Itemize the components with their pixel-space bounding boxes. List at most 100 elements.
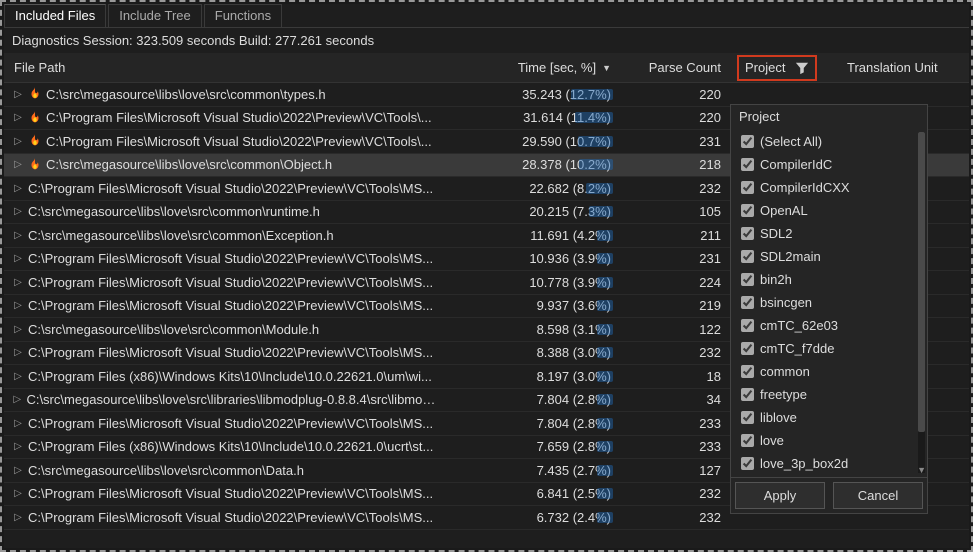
filter-item[interactable]: love_3p_box2d <box>731 452 927 475</box>
tab-included-files[interactable]: Included Files <box>4 4 106 27</box>
filter-checkbox[interactable] <box>741 365 754 378</box>
file-path-cell: ▷C:\Program Files\Microsoft Visual Studi… <box>4 508 449 527</box>
filter-item[interactable]: bin2h <box>731 268 927 291</box>
filter-checkbox[interactable] <box>741 158 754 171</box>
sort-desc-icon: ▼ <box>602 63 611 73</box>
flame-icon <box>28 134 42 148</box>
project-cell <box>729 92 839 96</box>
grid-header: File Path Time [sec, %] ▼ Parse Count Pr… <box>4 53 969 83</box>
expander-icon[interactable]: ▷ <box>12 277 24 288</box>
scroll-down-icon[interactable]: ▼ <box>917 465 926 475</box>
expander-icon[interactable]: ▷ <box>12 206 24 217</box>
filter-label: SDL2main <box>760 249 821 264</box>
tab-functions[interactable]: Functions <box>204 4 282 27</box>
filter-item[interactable]: OpenAL <box>731 199 927 222</box>
pct-bar <box>597 324 613 335</box>
filter-label: liblove <box>760 410 797 425</box>
tab-include-tree[interactable]: Include Tree <box>108 4 202 27</box>
flame-icon <box>28 134 42 148</box>
pct-bar <box>597 300 613 311</box>
file-path-cell: ▷C:\Program Files\Microsoft Visual Studi… <box>4 296 449 315</box>
filter-checkbox[interactable] <box>741 135 754 148</box>
header-file-path[interactable]: File Path <box>4 55 449 80</box>
file-path: C:\src\megasource\libs\love\src\common\E… <box>28 228 334 243</box>
file-path-cell: ▷ C:\src\megasource\libs\love\src\common\… <box>4 85 449 104</box>
expander-icon[interactable]: ▷ <box>12 183 24 194</box>
expander-icon[interactable]: ▷ <box>12 89 24 100</box>
filter-item[interactable]: bsincgen <box>731 291 927 314</box>
cancel-button[interactable]: Cancel <box>833 482 923 509</box>
popup-scrollbar[interactable]: ▼ <box>918 132 925 473</box>
header-project[interactable]: Project <box>729 53 839 86</box>
header-time[interactable]: Time [sec, %] ▼ <box>449 55 619 80</box>
file-path: C:\src\megasource\libs\love\src\librarie… <box>26 392 441 407</box>
filter-checkbox[interactable] <box>741 273 754 286</box>
expander-icon[interactable]: ▷ <box>12 394 22 405</box>
filter-checkbox[interactable] <box>741 227 754 240</box>
expander-icon[interactable]: ▷ <box>12 159 24 170</box>
expander-icon[interactable]: ▷ <box>12 300 24 311</box>
filter-item[interactable]: SDL2main <box>731 245 927 268</box>
filter-item[interactable]: freetype <box>731 383 927 406</box>
file-path-cell: ▷ C:\Program Files (x86)\Windows Kits\10\… <box>4 367 449 386</box>
file-path-cell: ▷ C:\Program Files\Microsoft Visual Studi… <box>4 414 449 433</box>
filter-item[interactable]: (Select All) <box>731 130 927 153</box>
filter-checkbox[interactable] <box>741 250 754 263</box>
filter-checkbox[interactable] <box>741 411 754 424</box>
file-path-cell: ▷C:\Program Files\Microsoft Visual Studi… <box>4 484 449 503</box>
parse-count-cell: 220 <box>619 85 729 104</box>
expander-icon[interactable]: ▷ <box>12 324 24 335</box>
expander-icon[interactable]: ▷ <box>12 230 24 241</box>
file-path: C:\src\megasource\libs\love\src\common\t… <box>46 87 326 102</box>
time-cell: 20.215 (7.3%) <box>449 202 619 221</box>
filter-item[interactable]: cmTC_62e03 <box>731 314 927 337</box>
time-cell: 7.804 (2.8%) <box>449 414 619 433</box>
file-path: C:\Program Files\Microsoft Visual Studio… <box>28 416 433 431</box>
filter-item[interactable]: love <box>731 429 927 452</box>
filter-checkbox[interactable] <box>741 204 754 217</box>
filter-checkbox[interactable] <box>741 296 754 309</box>
expander-icon[interactable]: ▷ <box>12 418 24 429</box>
parse-count-cell: 231 <box>619 132 729 151</box>
flame-icon <box>28 87 42 101</box>
expander-icon[interactable]: ▷ <box>12 371 24 382</box>
file-path: C:\Program Files (x86)\Windows Kits\10\I… <box>28 369 432 384</box>
popup-buttons: Apply Cancel <box>731 477 927 513</box>
expander-icon[interactable]: ▷ <box>12 512 24 523</box>
filter-checkbox[interactable] <box>741 434 754 447</box>
header-translation-unit[interactable]: Translation Unit <box>839 55 969 80</box>
expander-icon[interactable]: ▷ <box>12 465 24 476</box>
popup-list[interactable]: (Select All)CompilerIdCCompilerIdCXXOpen… <box>731 128 927 477</box>
filter-checkbox[interactable] <box>741 181 754 194</box>
filter-icon <box>795 61 809 75</box>
filter-checkbox[interactable] <box>741 457 754 470</box>
filter-item[interactable]: cmTC_f7dde <box>731 337 927 360</box>
expander-icon[interactable]: ▷ <box>12 441 24 452</box>
expander-icon[interactable]: ▷ <box>12 253 24 264</box>
filter-checkbox[interactable] <box>741 388 754 401</box>
filter-checkbox[interactable] <box>741 319 754 332</box>
popup-title: Project <box>731 105 927 128</box>
filter-item[interactable]: CompilerIdC <box>731 153 927 176</box>
expander-icon[interactable]: ▷ <box>12 112 24 123</box>
file-path: C:\Program Files\Microsoft Visual Studio… <box>28 345 433 360</box>
filter-item[interactable]: common <box>731 360 927 383</box>
parse-count-cell: 220 <box>619 108 729 127</box>
filter-item[interactable]: liblove <box>731 406 927 429</box>
filter-item[interactable]: CompilerIdCXX <box>731 176 927 199</box>
parse-count-cell: 218 <box>619 155 729 174</box>
expander-icon[interactable]: ▷ <box>12 347 24 358</box>
flame-icon <box>28 158 42 172</box>
pct-bar <box>575 112 613 123</box>
expander-icon[interactable]: ▷ <box>12 136 24 147</box>
table-row[interactable]: ▷ C:\src\megasource\libs\love\src\common\… <box>4 83 969 107</box>
scroll-thumb[interactable] <box>918 132 925 432</box>
expander-icon[interactable]: ▷ <box>12 488 24 499</box>
filter-checkbox[interactable] <box>741 342 754 355</box>
apply-button[interactable]: Apply <box>735 482 825 509</box>
file-path-cell: ▷C:\Program Files\Microsoft Visual Studi… <box>4 132 449 151</box>
pct-bar <box>571 89 613 100</box>
filter-item[interactable]: SDL2 <box>731 222 927 245</box>
filter-label: freetype <box>760 387 807 402</box>
header-parse-count[interactable]: Parse Count <box>619 55 729 80</box>
